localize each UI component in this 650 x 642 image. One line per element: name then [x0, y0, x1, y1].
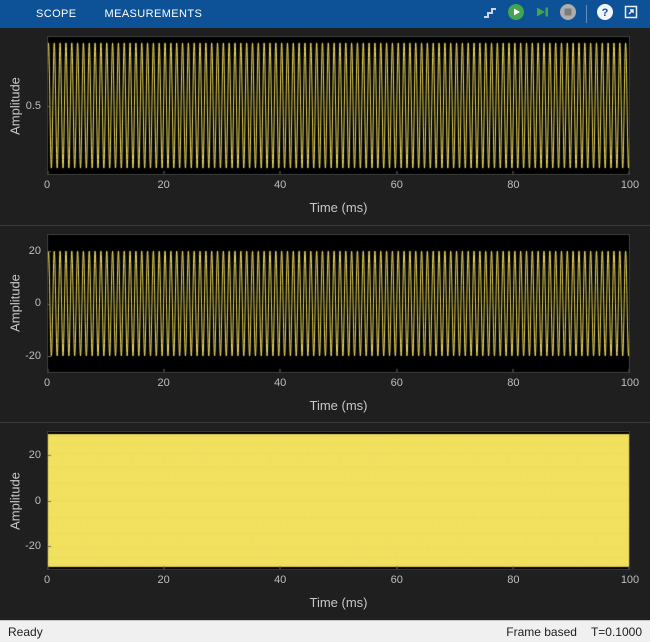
- x-tick-label: 20: [144, 574, 184, 587]
- step-forward-button[interactable]: [530, 2, 554, 26]
- simulate-controls: ?: [477, 2, 650, 26]
- tab-measurements[interactable]: MEASUREMENTS: [91, 0, 217, 28]
- x-axis-label: Time (ms): [47, 595, 630, 610]
- time-scope-window: SCOPE MEASUREMENTS: [0, 0, 650, 642]
- y-tick-label: -20: [0, 350, 41, 363]
- y-tick-label: 0: [0, 297, 41, 310]
- play-icon: [507, 3, 525, 26]
- x-tick-label: 80: [493, 179, 533, 192]
- run-button[interactable]: [504, 2, 528, 26]
- x-tick-label: 100: [610, 179, 650, 192]
- x-tick-label: 20: [144, 179, 184, 192]
- dock-window-icon: [623, 4, 639, 25]
- toolstrip: SCOPE MEASUREMENTS: [0, 0, 650, 28]
- svg-text:?: ?: [602, 7, 609, 19]
- scope-display-1: Amplitude0.5020406080100Time (ms): [0, 28, 650, 225]
- tab-scope[interactable]: SCOPE: [22, 0, 91, 28]
- x-tick-label: 80: [493, 574, 533, 587]
- y-tick-label: 0: [0, 495, 41, 508]
- x-tick-label: 60: [377, 574, 417, 587]
- y-tick-label: 0.5: [0, 100, 41, 113]
- status-bar: Ready Frame based T=0.1000: [0, 620, 650, 642]
- y-tick-label: -20: [0, 540, 41, 553]
- scope-displays: Amplitude0.5020406080100Time (ms)Amplitu…: [0, 28, 650, 620]
- x-tick-label: 60: [377, 179, 417, 192]
- x-axis-label: Time (ms): [47, 200, 630, 215]
- help-button[interactable]: ?: [593, 2, 617, 26]
- toolbar-separator: [586, 5, 587, 23]
- x-tick-label: 20: [144, 377, 184, 390]
- simulation-time: T=0.1000: [591, 625, 642, 639]
- x-tick-label: 0: [27, 179, 67, 192]
- stepping-options-button[interactable]: [478, 2, 502, 26]
- x-tick-label: 40: [260, 179, 300, 192]
- waveform-plot[interactable]: [47, 431, 630, 570]
- dock-button[interactable]: [619, 2, 643, 26]
- frame-mode-label: Frame based: [506, 625, 577, 639]
- stairs-icon: [482, 4, 498, 25]
- step-forward-icon: [533, 3, 551, 26]
- scope-display-2: Amplitude200-20020406080100Time (ms): [0, 225, 650, 423]
- waveform-plot[interactable]: [47, 234, 630, 373]
- x-tick-label: 0: [27, 574, 67, 587]
- status-text: Ready: [8, 625, 43, 639]
- y-tick-label: 20: [0, 245, 41, 258]
- waveform-plot[interactable]: [47, 36, 630, 175]
- x-tick-label: 100: [610, 377, 650, 390]
- stop-icon: [559, 3, 577, 26]
- x-tick-label: 40: [260, 377, 300, 390]
- stop-button[interactable]: [556, 2, 580, 26]
- question-mark-icon: ?: [596, 3, 614, 26]
- x-tick-label: 80: [493, 377, 533, 390]
- x-tick-label: 60: [377, 377, 417, 390]
- x-axis-label: Time (ms): [47, 398, 630, 413]
- y-tick-label: 20: [0, 449, 41, 462]
- x-tick-label: 0: [27, 377, 67, 390]
- x-tick-label: 40: [260, 574, 300, 587]
- scope-display-3: Amplitude200-20020406080100Time (ms): [0, 422, 650, 620]
- x-tick-label: 100: [610, 574, 650, 587]
